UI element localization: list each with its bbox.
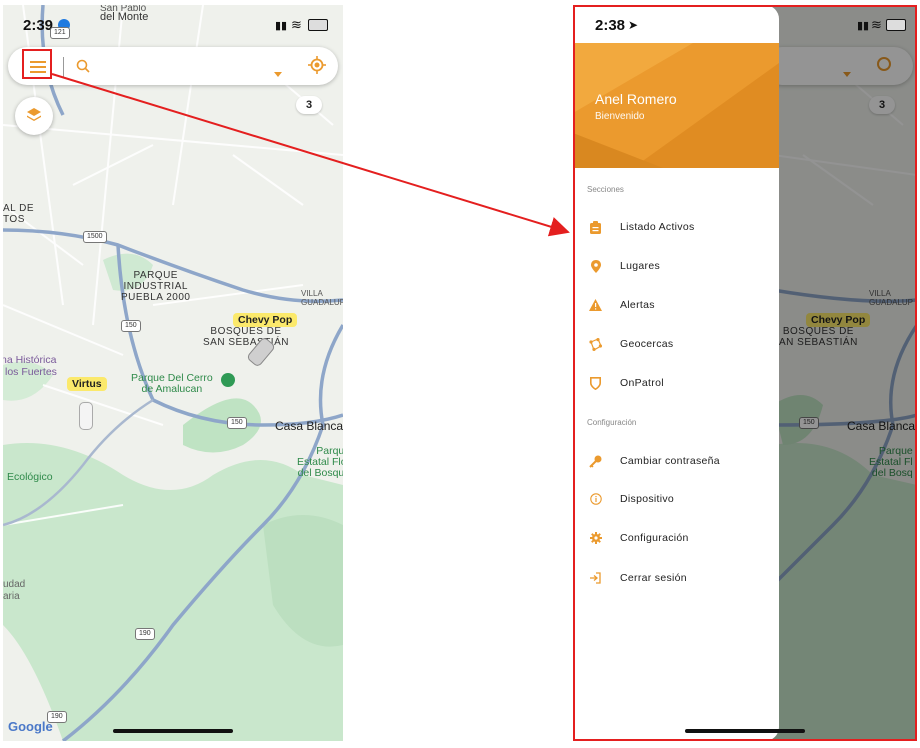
clipboard-icon bbox=[589, 220, 602, 234]
menu-item-alertas[interactable]: Alertas bbox=[573, 292, 779, 318]
welcome-text: Bienvenido bbox=[595, 111, 645, 122]
menu-item-label: Cambiar contraseña bbox=[620, 455, 720, 467]
drawer-header: Anel Romero Bienvenido bbox=[573, 43, 779, 168]
location-arrow-icon: ➤ bbox=[628, 18, 639, 32]
menu-item-label: Lugares bbox=[620, 260, 661, 272]
home-indicator bbox=[685, 729, 805, 733]
location-pin-icon bbox=[589, 259, 602, 273]
menu-item-label: Listado Activos bbox=[620, 221, 695, 233]
menu-item-configuracion[interactable]: Configuración bbox=[573, 525, 779, 551]
navigation-drawer: 2:38 ➤ Anel Romero Bienvenido Secciones … bbox=[573, 5, 779, 741]
info-icon bbox=[589, 493, 602, 506]
menu-item-label: Dispositivo bbox=[620, 493, 675, 505]
warning-icon bbox=[589, 299, 602, 312]
drawer-screen: Chevy Pop BOSQUES DE AN SEBASTIÁN VILLA … bbox=[573, 5, 917, 741]
menu-item-cerrar-sesion[interactable]: Cerrar sesión bbox=[573, 565, 779, 591]
section-title-configuracion: Configuración bbox=[587, 418, 637, 427]
menu-item-geocercas[interactable]: Geocercas bbox=[573, 331, 779, 357]
shield-icon bbox=[589, 376, 602, 390]
menu-item-onpatrol[interactable]: OnPatrol bbox=[573, 370, 779, 396]
menu-item-label: Geocercas bbox=[620, 338, 674, 350]
status-time: 2:38 bbox=[595, 17, 626, 34]
menu-item-lugares[interactable]: Lugares bbox=[573, 253, 779, 279]
user-name: Anel Romero bbox=[595, 91, 677, 107]
menu-item-label: Alertas bbox=[620, 299, 655, 311]
key-icon bbox=[589, 455, 602, 468]
wifi-icon: ≋ bbox=[871, 17, 882, 32]
menu-item-cambiar-contrasena[interactable]: Cambiar contraseña bbox=[573, 448, 779, 474]
gear-icon bbox=[589, 532, 602, 545]
menu-item-listado-activos[interactable]: Listado Activos bbox=[573, 214, 779, 240]
polygon-icon bbox=[589, 337, 602, 351]
menu-item-label: Cerrar sesión bbox=[620, 572, 687, 584]
menu-item-dispositivo[interactable]: Dispositivo bbox=[573, 486, 779, 512]
logout-icon bbox=[589, 572, 602, 585]
signal-icon: ▮▮ bbox=[857, 20, 870, 32]
menu-item-label: OnPatrol bbox=[620, 377, 664, 389]
section-title-secciones: Secciones bbox=[587, 185, 624, 194]
menu-item-label: Configuración bbox=[620, 532, 689, 544]
battery-icon bbox=[886, 19, 906, 31]
